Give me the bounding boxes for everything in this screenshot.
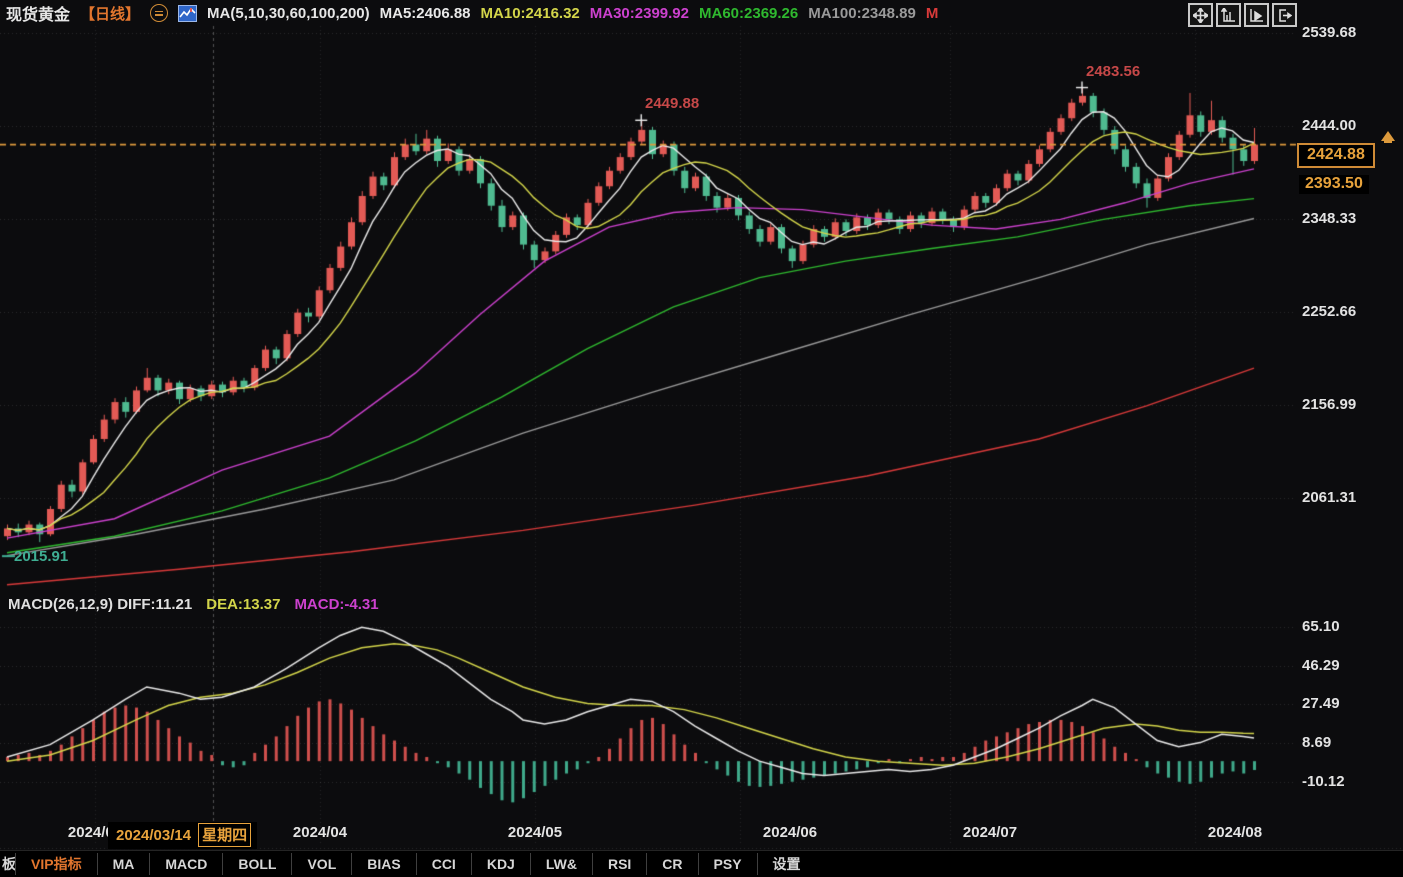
ma100-value: MA100:2348.89 — [808, 5, 916, 22]
tab-partial[interactable]: 板 — [0, 851, 15, 877]
ma200-value-clipped: M — [926, 5, 939, 22]
tab-settings[interactable]: 设置 — [758, 851, 816, 877]
chart-toolbar — [1188, 3, 1297, 27]
ma-params: MA(5,10,30,60,100,200) — [207, 5, 370, 22]
x-axis-label: 2024/06 — [763, 824, 817, 841]
tab-cci[interactable]: CCI — [417, 851, 471, 877]
high-annotation-2: 2483.56 — [1086, 63, 1140, 80]
x-axis-label: 2024/04 — [293, 824, 347, 841]
macd-header: MACD(26,12,9) DIFF:11.21 DEA:13.37 MACD:… — [8, 596, 379, 613]
indicator-menu-icon[interactable] — [150, 4, 168, 22]
price-axis-label: 2061.31 — [1302, 489, 1356, 506]
tab-cr[interactable]: CR — [647, 851, 697, 877]
crosshair-date-tooltip: 2024/03/14 星期四 — [108, 822, 257, 849]
x-axis-label: 2024/07 — [963, 824, 1017, 841]
price-up-arrow-icon — [1381, 131, 1395, 141]
ma10-value: MA10:2416.32 — [481, 5, 580, 22]
tab-ma[interactable]: MA — [98, 851, 150, 877]
high-annotation-1: 2449.88 — [645, 95, 699, 112]
tab-vip-indicator[interactable]: VIP指标 — [16, 851, 97, 877]
macd-axis-label: 46.29 — [1302, 657, 1340, 674]
indicator-tab-bar: 板 VIP指标 MA MACD BOLL VOL BIAS CCI KDJ LW… — [0, 850, 1403, 877]
secondary-price-label: 2393.50 — [1299, 175, 1369, 194]
tab-kdj[interactable]: KDJ — [472, 851, 530, 877]
price-axis-label: 2348.33 — [1302, 210, 1356, 227]
price-axis-label: 2539.68 — [1302, 24, 1356, 41]
current-price-label: 2424.88 — [1297, 143, 1375, 168]
low-annotation: 2015.91 — [14, 548, 68, 565]
price-axis-label: 2252.66 — [1302, 303, 1356, 320]
chart-canvas[interactable] — [0, 0, 1403, 877]
tab-bias[interactable]: BIAS — [352, 851, 415, 877]
ma5-value: MA5:2406.88 — [380, 5, 471, 22]
tab-rsi[interactable]: RSI — [593, 851, 646, 877]
tab-lw[interactable]: LW& — [531, 851, 592, 877]
macd-value: MACD:-4.31 — [294, 596, 378, 613]
chart-play-icon[interactable] — [1244, 3, 1269, 27]
chart-axis-icon[interactable] — [1216, 3, 1241, 27]
x-axis-label: 2024/08 — [1208, 824, 1262, 841]
symbol-name: 现货黄金 — [6, 1, 70, 25]
move-tool-icon[interactable] — [1188, 3, 1213, 27]
price-axis-label: 2156.99 — [1302, 396, 1356, 413]
macd-axis-label: 27.49 — [1302, 695, 1340, 712]
tab-macd[interactable]: MACD — [150, 851, 222, 877]
mini-kline-icon[interactable] — [178, 5, 197, 22]
crosshair-weekday: 星期四 — [198, 823, 251, 847]
tab-vol[interactable]: VOL — [292, 851, 351, 877]
ma60-value: MA60:2369.26 — [699, 5, 798, 22]
crosshair-date: 2024/03/14 — [116, 827, 191, 844]
macd-axis-label: -10.12 — [1302, 773, 1345, 790]
ma30-value: MA30:2399.92 — [590, 5, 689, 22]
price-axis-label: 2444.00 — [1302, 117, 1356, 134]
period-label[interactable]: 【日线】 — [80, 3, 140, 24]
macd-dea-value: DEA:13.37 — [206, 596, 280, 613]
tab-boll[interactable]: BOLL — [223, 851, 291, 877]
tab-psy[interactable]: PSY — [699, 851, 757, 877]
macd-params-diff: MACD(26,12,9) DIFF:11.21 — [8, 596, 192, 613]
exit-icon[interactable] — [1272, 3, 1297, 27]
macd-axis-label: 65.10 — [1302, 618, 1340, 635]
macd-axis-label: 8.69 — [1302, 734, 1331, 751]
x-axis-label: 2024/05 — [508, 824, 562, 841]
